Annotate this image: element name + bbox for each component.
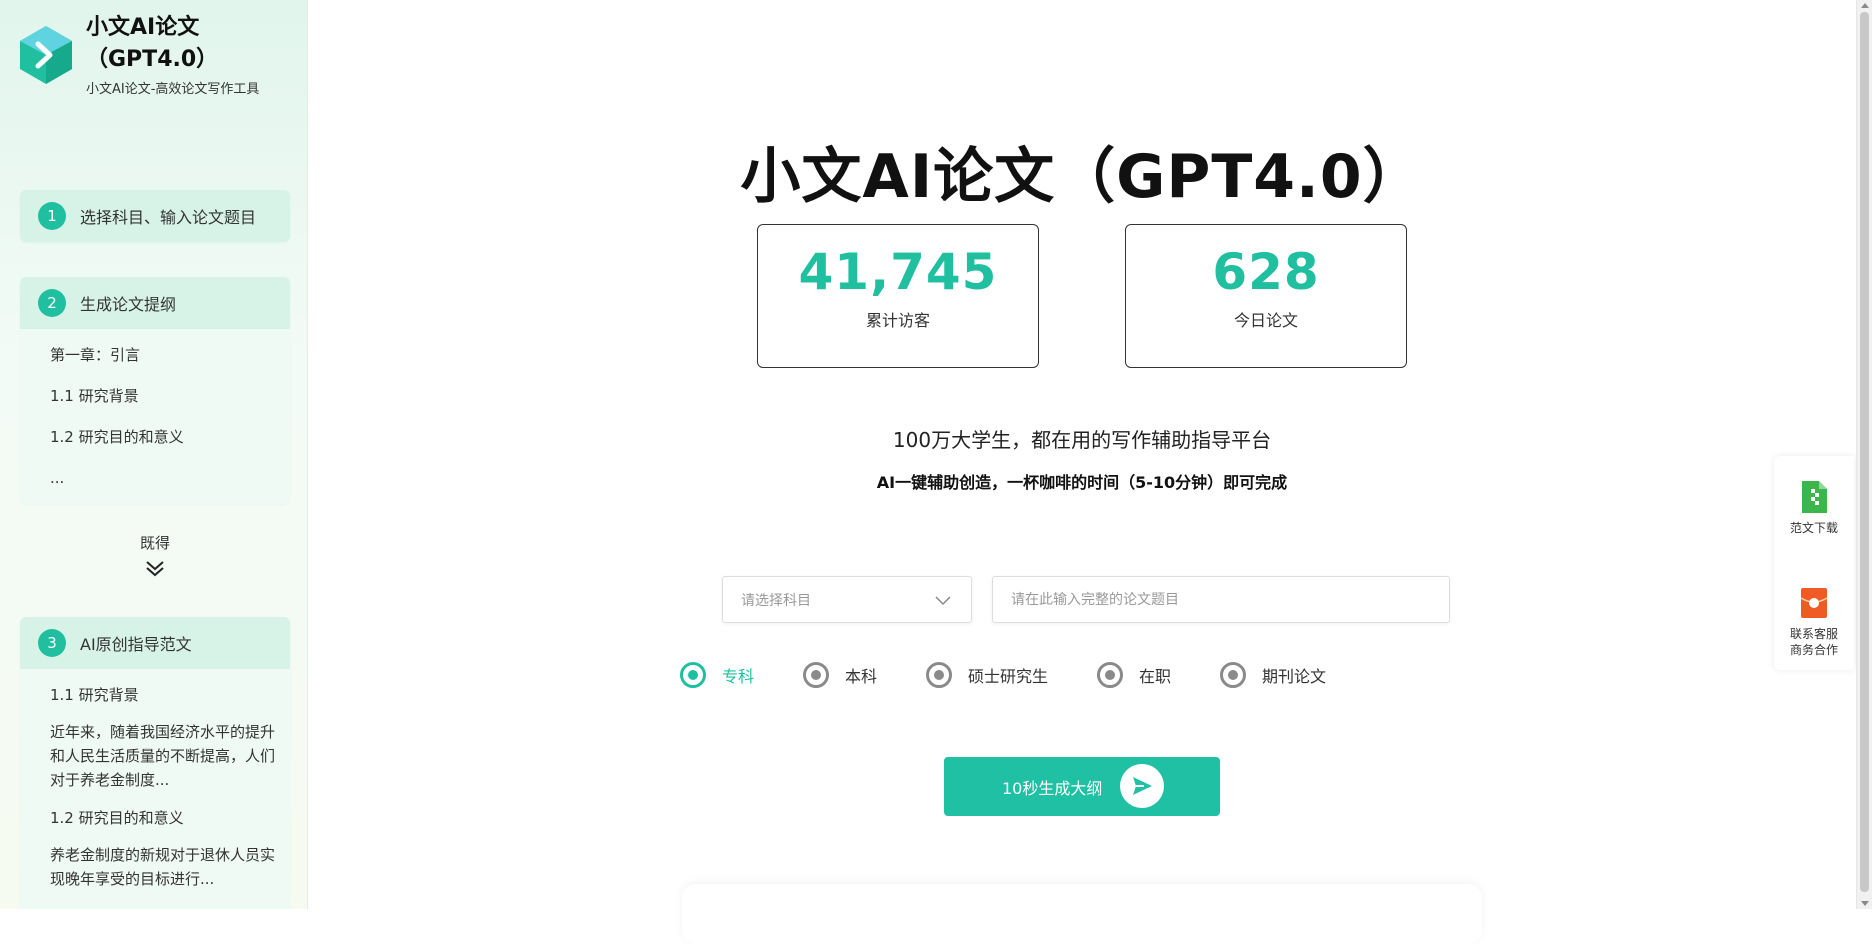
- sidebar: 小文AI论文（GPT4.0） 小文AI论文-高效论文写作工具 1 选择科目、输入…: [0, 0, 308, 909]
- sample-paragraph: 近年来，随着我国经济水平的提升和人民生活质量的不断提高，人们对于养老金制度...: [50, 723, 276, 789]
- chevron-down-icon: [935, 596, 951, 606]
- radio-icon: [1097, 662, 1123, 688]
- stat-visitors: 41,745 累计访客: [757, 224, 1039, 368]
- sample-line: 1.2 研究目的和意义: [50, 809, 184, 827]
- sample-preview: 1.1 研究背景 近年来，随着我国经济水平的提升和人民生活质量的不断提高，人们对…: [20, 669, 290, 905]
- outline-line: 1.2 研究目的和意义: [50, 428, 184, 446]
- stat-label: 累计访客: [865, 311, 930, 330]
- result-card: [682, 884, 1482, 944]
- hero-title: 小文AI论文（GPT4.0）: [740, 142, 1424, 212]
- contact-label-1: 联系客服: [1789, 627, 1838, 641]
- double-chevron-down-icon: [146, 561, 164, 577]
- scroll-down-arrow-icon[interactable]: [1861, 901, 1869, 906]
- radio-icon: [926, 662, 952, 688]
- brand[interactable]: 小文AI论文（GPT4.0） 小文AI论文-高效论文写作工具: [18, 12, 259, 97]
- scrollbar[interactable]: [1856, 0, 1872, 909]
- contact-service-button[interactable]: 联系客服 商务合作: [1774, 586, 1854, 658]
- step-number-badge: 2: [38, 289, 66, 317]
- step-label: AI原创指导范文: [80, 635, 192, 654]
- step-card-3: 3 AI原创指导范文 1.1 研究背景 近年来，随着我国经济水平的提升和人民生活…: [20, 617, 290, 909]
- step-header-2[interactable]: 2 生成论文提纲: [20, 277, 290, 329]
- step-card-2: 2 生成论文提纲 第一章：引言 1.1 研究背景 1.2 研究目的和意义 ...: [20, 277, 290, 504]
- brand-subtitle: 小文AI论文-高效论文写作工具: [86, 82, 260, 97]
- stat-value: 628: [1212, 243, 1320, 301]
- contact-label-2: 商务合作: [1789, 643, 1838, 657]
- sample-download-button[interactable]: 范文下载: [1774, 480, 1854, 536]
- outline-line: 第一章：引言: [50, 346, 141, 364]
- subject-select[interactable]: 请选择科目: [722, 576, 972, 623]
- radio-level-journal[interactable]: 期刊论文: [1220, 662, 1326, 688]
- generate-outline-button[interactable]: 10秒生成大纲: [944, 757, 1220, 816]
- scrollbar-thumb[interactable]: [1860, 12, 1869, 892]
- tagline: 100万大学生，都在用的写作辅助指导平台: [892, 428, 1272, 452]
- step-card-1: 1 选择科目、输入论文题目: [20, 190, 290, 242]
- scroll-up-arrow-icon[interactable]: [1861, 3, 1869, 8]
- radio-label: 专科: [722, 667, 755, 686]
- sample-download-label: 范文下载: [1789, 521, 1838, 535]
- outline-line: 1.1 研究背景: [50, 387, 139, 405]
- float-panel: 范文下载 联系客服 商务合作: [1774, 456, 1854, 670]
- radio-label: 本科: [845, 667, 878, 686]
- send-icon: [1120, 764, 1164, 808]
- radio-level-onjob[interactable]: 在职: [1097, 662, 1171, 688]
- tagline-sub: AI一键辅助创造，一杯咖啡的时间（5-10分钟）即可完成: [876, 473, 1288, 492]
- sample-paragraph: 养老金制度的新规对于退休人员实现晚年享受的目标进行...: [50, 846, 276, 888]
- radio-icon: [803, 662, 829, 688]
- brand-title: 小文AI论文（GPT4.0）: [86, 15, 219, 72]
- step-header-3[interactable]: 3 AI原创指导范文: [20, 617, 290, 669]
- step-number-badge: 3: [38, 629, 66, 657]
- subject-select-placeholder: 请选择科目: [741, 592, 811, 609]
- logo-icon: [20, 26, 72, 84]
- outline-line: ...: [50, 469, 65, 487]
- radio-level-benke[interactable]: 本科: [803, 662, 877, 688]
- red-envelope-icon: [1800, 588, 1828, 618]
- radio-level-zhuanke[interactable]: 专科: [680, 662, 754, 688]
- outline-preview: 第一章：引言 1.1 研究背景 1.2 研究目的和意义 ...: [20, 329, 290, 504]
- radio-label: 在职: [1139, 667, 1172, 686]
- radio-icon: [1220, 662, 1246, 688]
- radio-label: 硕士研究生: [968, 667, 1049, 686]
- expand-label: 既得: [139, 534, 170, 552]
- sample-line: 1.1 研究背景: [50, 686, 139, 704]
- step-header-1[interactable]: 1 选择科目、输入论文题目: [20, 190, 290, 242]
- document-download-icon: [1802, 481, 1827, 513]
- stat-today-papers: 628 今日论文: [1125, 224, 1407, 368]
- radio-label: 期刊论文: [1262, 667, 1327, 686]
- radio-level-master[interactable]: 硕士研究生: [926, 662, 1048, 688]
- generate-outline-label: 10秒生成大纲: [1002, 778, 1103, 798]
- main-content: 小文AI论文（GPT4.0） 41,745 累计访客 628 今日论文 100万…: [308, 0, 1856, 944]
- step-label: 生成论文提纲: [80, 295, 177, 314]
- radio-selected-icon: [680, 662, 706, 688]
- step-number-badge: 1: [38, 202, 66, 230]
- paper-title-input[interactable]: [992, 576, 1450, 623]
- stat-label: 今日论文: [1233, 311, 1298, 330]
- step-label: 选择科目、输入论文题目: [80, 208, 257, 227]
- stat-value: 41,745: [798, 243, 998, 301]
- expand-toggle[interactable]: 既得: [20, 532, 290, 579]
